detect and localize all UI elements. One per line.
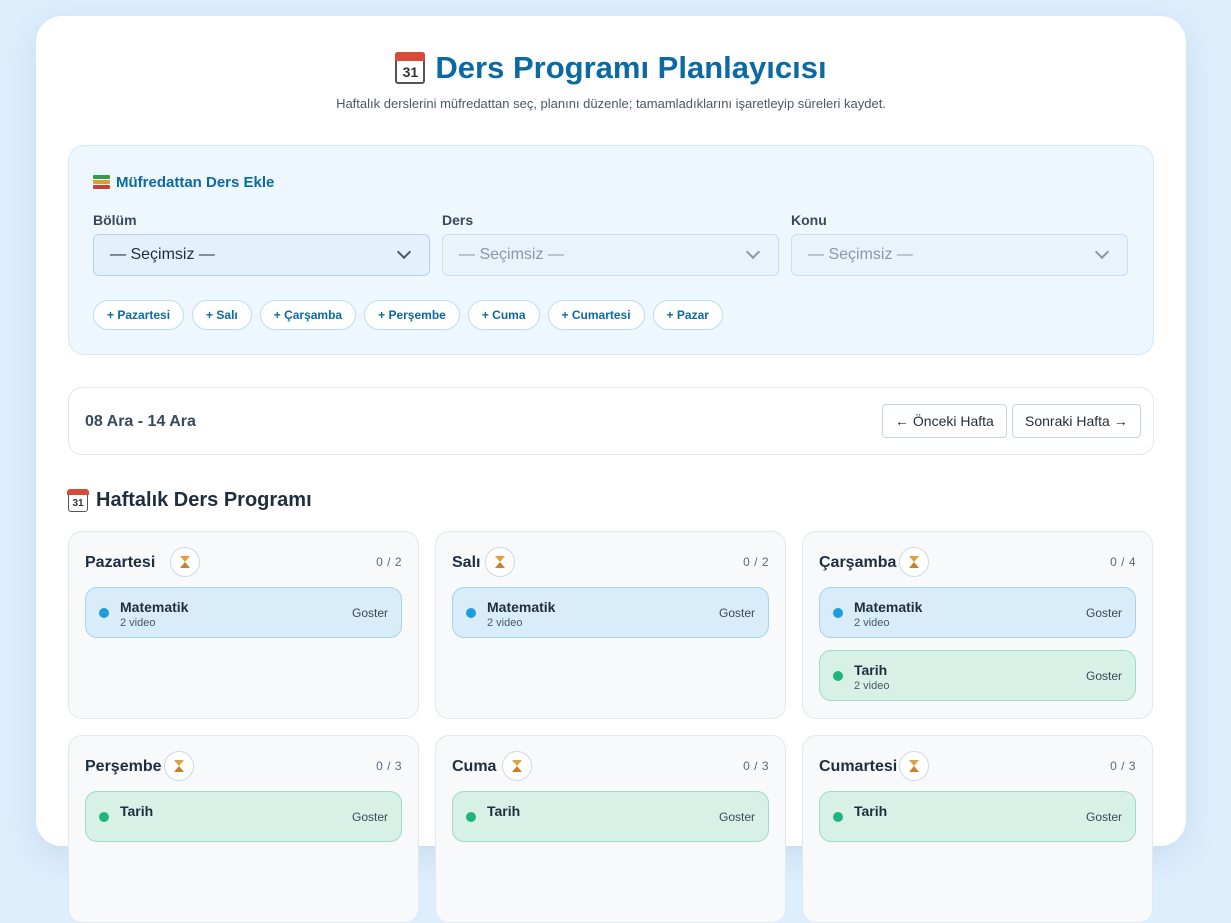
- lesson-item[interactable]: Matematik 2 video Goster: [452, 587, 769, 638]
- day-timer-button[interactable]: [170, 547, 200, 577]
- day-name: Cumartesi: [819, 758, 898, 775]
- page-subtitle: Haftalık derslerini müfredattan seç, pla…: [336, 96, 886, 111]
- show-lesson-link[interactable]: Goster: [352, 606, 388, 620]
- day-name: Çarşamba: [819, 554, 897, 571]
- lesson-video-count: 2 video: [120, 617, 156, 629]
- day-card-cuma: Cuma 0 / 3 Tarih Goster: [435, 735, 786, 923]
- status-dot: [466, 608, 476, 618]
- calendar-icon: 31: [395, 52, 426, 84]
- page-header: 31 Ders Programı Planlayıcısı Haftalık d…: [36, 16, 1186, 111]
- lesson-name: Matematik: [120, 599, 189, 615]
- week-navigator: 08 Ara - 14 Ara ← Önceki Hafta Sonraki H…: [68, 387, 1154, 455]
- page-title: 31 Ders Programı Planlayıcısı: [395, 50, 827, 86]
- status-dot: [833, 671, 843, 681]
- prev-week-button[interactable]: ← Önceki Hafta: [882, 404, 1007, 438]
- completion-count: 0 / 3: [743, 759, 769, 773]
- lesson-name: Tarih: [854, 803, 888, 819]
- ders-select-value: — Seçimsiz —: [459, 246, 564, 263]
- lesson-name: Matematik: [854, 599, 923, 615]
- field-label-konu: Konu: [791, 212, 827, 228]
- books-icon: [93, 175, 110, 190]
- hourglass-icon: [909, 760, 919, 772]
- add-pazar-button[interactable]: + Pazar: [652, 300, 723, 330]
- next-week-button[interactable]: Sonraki Hafta →: [1012, 404, 1141, 438]
- add-cumartesi-button[interactable]: + Cumartesi: [547, 300, 645, 330]
- lesson-item[interactable]: Tarih Goster: [819, 791, 1136, 842]
- completion-count: 0 / 2: [743, 555, 769, 569]
- show-lesson-link[interactable]: Goster: [352, 810, 388, 824]
- lesson-video-count: 2 video: [854, 617, 890, 629]
- day-name: Pazartesi: [85, 554, 156, 571]
- lesson-video-count: 2 video: [487, 617, 523, 629]
- lesson-item[interactable]: Tarih Goster: [85, 791, 402, 842]
- show-lesson-link[interactable]: Goster: [719, 606, 755, 620]
- day-timer-button[interactable]: [164, 751, 194, 781]
- schedule-title: 31 Haftalık Ders Programı: [67, 488, 312, 512]
- day-chip-row: + Pazartesi + Salı + Çarşamba + Perşembe…: [93, 300, 723, 330]
- add-cuma-button[interactable]: + Cuma: [467, 300, 540, 330]
- day-card-carsamba: Çarşamba 0 / 4 Matematik 2 video Goster …: [802, 531, 1153, 719]
- completion-count: 0 / 3: [1110, 759, 1136, 773]
- chevron-down-icon: [396, 244, 412, 260]
- hourglass-icon: [512, 760, 522, 772]
- schedule-title-text: Haftalık Ders Programı: [96, 489, 312, 511]
- ders-select[interactable]: — Seçimsiz —: [442, 234, 779, 276]
- show-lesson-link[interactable]: Goster: [719, 810, 755, 824]
- add-panel-title-text: Müfredattan Ders Ekle: [116, 174, 275, 191]
- hourglass-icon: [174, 760, 184, 772]
- add-carsamba-button[interactable]: + Çarşamba: [259, 300, 357, 330]
- day-name: Salı: [452, 554, 481, 571]
- add-panel-title: Müfredattan Ders Ekle: [93, 174, 274, 191]
- lesson-name: Tarih: [120, 803, 154, 819]
- status-dot: [833, 608, 843, 618]
- day-card-persembe: Perşembe 0 / 3 Tarih Goster: [68, 735, 419, 923]
- lesson-item[interactable]: Tarih 2 video Goster: [819, 650, 1136, 701]
- show-lesson-link[interactable]: Goster: [1086, 606, 1122, 620]
- day-card-cumartesi: Cumartesi 0 / 3 Tarih Goster: [802, 735, 1153, 923]
- status-dot: [99, 608, 109, 618]
- calendar-icon: 31: [67, 488, 89, 512]
- lesson-name: Tarih: [854, 662, 888, 678]
- konu-select[interactable]: — Seçimsiz —: [791, 234, 1128, 276]
- lesson-item[interactable]: Matematik 2 video Goster: [85, 587, 402, 638]
- day-card-sali: Salı 0 / 2 Matematik 2 video Goster: [435, 531, 786, 719]
- lesson-name: Matematik: [487, 599, 556, 615]
- hourglass-icon: [495, 556, 505, 568]
- lesson-video-count: 2 video: [854, 680, 890, 692]
- add-sali-button[interactable]: + Salı: [192, 300, 252, 330]
- show-lesson-link[interactable]: Goster: [1086, 669, 1122, 683]
- day-timer-button[interactable]: [899, 547, 929, 577]
- lesson-name: Tarih: [487, 803, 521, 819]
- hourglass-icon: [180, 556, 190, 568]
- day-timer-button[interactable]: [899, 751, 929, 781]
- add-persembe-button[interactable]: + Perşembe: [364, 300, 460, 330]
- chevron-down-icon: [1094, 244, 1110, 260]
- completion-count: 0 / 4: [1110, 555, 1136, 569]
- bolum-select[interactable]: — Seçimsiz —: [93, 234, 430, 276]
- lesson-item[interactable]: Matematik 2 video Goster: [819, 587, 1136, 638]
- show-lesson-link[interactable]: Goster: [1086, 810, 1122, 824]
- completion-count: 0 / 2: [376, 555, 402, 569]
- hourglass-icon: [909, 556, 919, 568]
- page-title-text: Ders Programı Planlayıcısı: [435, 50, 827, 85]
- lesson-item[interactable]: Tarih Goster: [452, 791, 769, 842]
- planner-page: 31 Ders Programı Planlayıcısı Haftalık d…: [36, 16, 1186, 923]
- chevron-down-icon: [745, 244, 761, 260]
- day-timer-button[interactable]: [502, 751, 532, 781]
- add-pazartesi-button[interactable]: + Pazartesi: [93, 300, 185, 330]
- day-name: Perşembe: [85, 758, 162, 775]
- completion-count: 0 / 3: [376, 759, 402, 773]
- field-label-bolum: Bölüm: [93, 212, 137, 228]
- konu-select-value: — Seçimsiz —: [808, 246, 913, 263]
- week-range: 08 Ara - 14 Ara: [85, 413, 196, 430]
- add-lesson-panel: Müfredattan Ders Ekle Bölüm — Seçimsiz —…: [68, 145, 1154, 355]
- bolum-select-value: — Seçimsiz —: [110, 246, 215, 263]
- day-card-pazartesi: Pazartesi 0 / 2 Matematik 2 video Goster: [68, 531, 419, 719]
- day-timer-button[interactable]: [485, 547, 515, 577]
- field-label-ders: Ders: [442, 212, 474, 228]
- day-name: Cuma: [452, 758, 497, 775]
